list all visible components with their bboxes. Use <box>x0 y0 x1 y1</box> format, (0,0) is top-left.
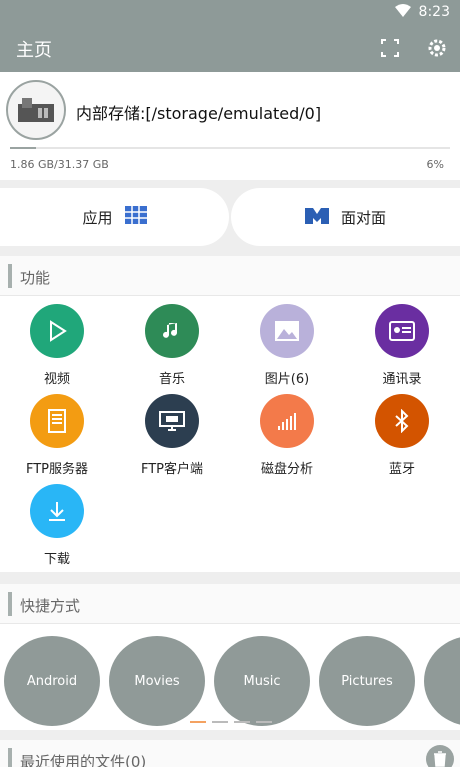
function-label: 视频 <box>43 372 70 387</box>
ftp-client-icon <box>145 394 199 448</box>
storage-progress-bar <box>10 147 450 149</box>
pager-dot <box>234 721 250 723</box>
page-title: 主页 <box>16 40 52 61</box>
face-to-face-label: 面对面 <box>340 208 386 227</box>
function-video[interactable]: 视频 <box>2 304 112 387</box>
status-icons: 8:23 <box>394 3 450 21</box>
function-ftp-server[interactable]: FTP服务器 <box>2 394 112 477</box>
storage-disk-icon <box>6 80 66 140</box>
functions-header: 功能 <box>0 256 460 296</box>
grid-icon <box>124 206 147 228</box>
image-icon <box>260 304 314 358</box>
download-icon <box>30 484 84 538</box>
shortcuts-title: 快捷方式 <box>20 597 81 615</box>
gear-icon <box>428 39 446 57</box>
function-label: 蓝牙 <box>388 462 415 477</box>
function-ftp-client[interactable]: FTP客户端 <box>117 394 227 477</box>
clear-recent-button[interactable] <box>426 745 454 767</box>
storage-percent: 6% <box>426 158 444 171</box>
contacts-icon <box>375 304 429 358</box>
functions-title: 功能 <box>20 269 51 287</box>
face-to-face-icon <box>304 206 329 228</box>
ftp-server-icon <box>30 394 84 448</box>
shortcuts-carousel[interactable]: Android Movies Music Pictures <box>0 624 460 730</box>
quick-pill-row: 应用 面对面 <box>0 188 460 246</box>
storage-used: 1.86 GB/31.37 GB <box>10 158 109 171</box>
function-label: 音乐 <box>158 372 185 387</box>
music-note-icon <box>145 304 199 358</box>
disk-analysis-icon <box>260 394 314 448</box>
function-music[interactable]: 音乐 <box>117 304 227 387</box>
carousel-pager <box>190 721 272 723</box>
recent-files-title: 最近使用的文件(0) <box>20 753 147 767</box>
section-marker <box>8 748 12 767</box>
bluetooth-icon <box>375 394 429 448</box>
function-bluetooth[interactable]: 蓝牙 <box>347 394 457 477</box>
apps-label: 应用 <box>82 208 113 227</box>
settings-button[interactable] <box>425 36 449 60</box>
function-download[interactable]: 下载 <box>2 484 112 567</box>
face-to-face-button[interactable]: 面对面 <box>231 188 460 246</box>
status-bar: 8:23 <box>0 0 460 24</box>
shortcut-next-partial[interactable] <box>424 636 460 726</box>
trash-icon <box>434 751 446 767</box>
apps-button[interactable]: 应用 <box>0 188 229 246</box>
shortcuts-header: 快捷方式 <box>0 584 460 624</box>
scan-icon <box>381 39 399 57</box>
shortcut-android[interactable]: Android <box>4 636 100 726</box>
functions-grid: 视频 音乐 图片(6) 通讯录 FTP服务器 FTP客户端 磁盘分析 蓝牙 下载 <box>0 296 460 572</box>
shortcut-pictures[interactable]: Pictures <box>319 636 415 726</box>
section-marker <box>8 592 12 616</box>
section-marker <box>8 264 12 288</box>
function-label: FTP客户端 <box>140 462 204 477</box>
storage-path: 内部存储:[/storage/emulated/0] <box>76 104 322 123</box>
pager-dot <box>190 721 206 723</box>
function-label: 图片(6) <box>264 372 310 387</box>
shortcut-music[interactable]: Music <box>214 636 310 726</box>
storage-card[interactable]: 内部存储:[/storage/emulated/0] 1.86 GB/31.37… <box>0 72 460 180</box>
app-bar: 主页 <box>0 24 460 72</box>
scan-button[interactable] <box>378 36 402 60</box>
function-images[interactable]: 图片(6) <box>232 304 342 387</box>
pager-dot <box>256 721 272 723</box>
function-label: 通讯录 <box>382 372 422 387</box>
function-contacts[interactable]: 通讯录 <box>347 304 457 387</box>
function-disk-analysis[interactable]: 磁盘分析 <box>232 394 342 477</box>
wifi-icon <box>394 3 411 21</box>
recent-files-header: 最近使用的文件(0) <box>0 740 460 767</box>
shortcut-movies[interactable]: Movies <box>109 636 205 726</box>
status-time: 8:23 <box>418 4 450 20</box>
function-label: 磁盘分析 <box>260 462 313 477</box>
storage-progress-fill <box>10 147 37 149</box>
pager-dot <box>212 721 228 723</box>
play-icon <box>30 304 84 358</box>
function-label: 下载 <box>43 552 70 567</box>
function-label: FTP服务器 <box>25 462 89 477</box>
